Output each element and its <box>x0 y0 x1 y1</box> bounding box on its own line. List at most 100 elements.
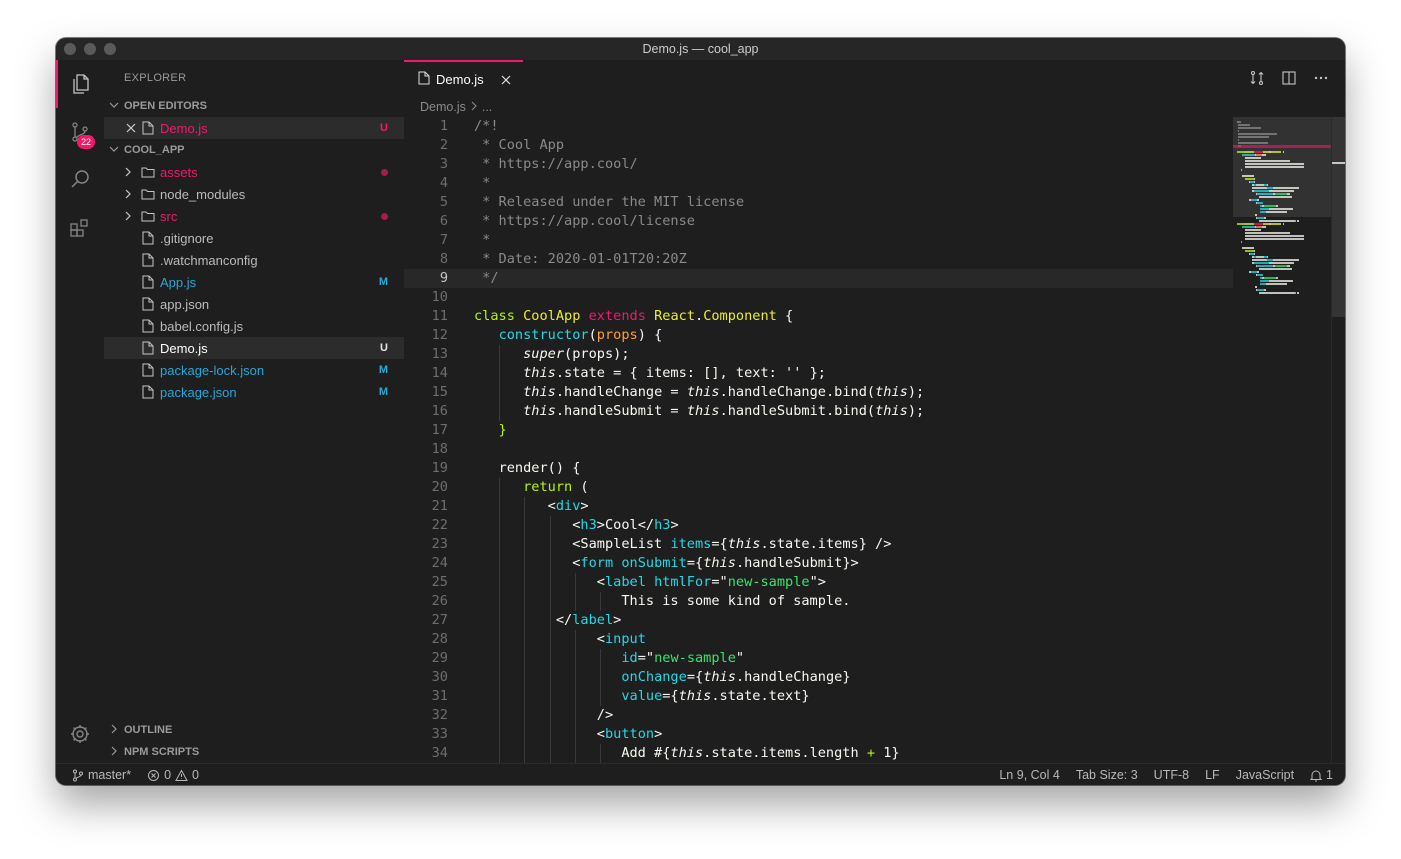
close-icon[interactable] <box>124 117 138 139</box>
code-line[interactable]: 5 * Released under the MIT license <box>404 193 1233 212</box>
code-editor[interactable]: 1/*! 2 * Cool App 3 * https://app.cool/4 *… <box>404 117 1233 763</box>
breadcrumb-file[interactable]: Demo.js <box>420 100 466 114</box>
minimap-segment <box>1276 190 1295 192</box>
branch-status[interactable]: master* <box>72 768 131 782</box>
tree-file[interactable]: package.json M <box>104 381 404 403</box>
code-token: * Date: 2020-01-01T20:20Z <box>474 251 687 267</box>
open-changes-icon[interactable] <box>1249 70 1265 91</box>
chevron-right-icon[interactable] <box>121 205 135 227</box>
tree-file[interactable]: app.json <box>104 293 404 315</box>
code-line[interactable]: 18 <box>404 440 1233 459</box>
tree-folder[interactable]: assets <box>104 161 404 183</box>
window-controls <box>64 43 116 55</box>
minimap-segment <box>1274 163 1297 165</box>
minimap-segment <box>1256 256 1265 258</box>
error-count: 0 <box>164 768 172 782</box>
chevron-right-icon[interactable] <box>121 161 135 183</box>
code-line[interactable]: 14 this.state = { items: [], text: '' }; <box>404 364 1233 383</box>
search-activity[interactable] <box>56 156 104 204</box>
code-line[interactable]: 13 super(props); <box>404 345 1233 364</box>
folder-icon <box>140 161 156 183</box>
code-line[interactable]: 28 <input <box>404 630 1233 649</box>
tab-demo-js[interactable]: Demo.js <box>404 60 523 96</box>
breadcrumb-symbol[interactable]: ... <box>482 100 492 114</box>
code-line[interactable]: 31 value={this.state.text} <box>404 687 1233 706</box>
code-line[interactable]: 21 <div> <box>404 497 1233 516</box>
code-line[interactable]: 1 /*! <box>404 117 1233 136</box>
code-line[interactable]: 19 render() { <box>404 459 1233 478</box>
tree-file[interactable]: .gitignore <box>104 227 404 249</box>
code-line[interactable]: 30 onChange={this.handleChange} <box>404 668 1233 687</box>
code-token: CoolApp <box>523 308 589 324</box>
end-of-line[interactable]: LF <box>1205 768 1220 782</box>
scrollbar-thumb[interactable] <box>1332 117 1345 317</box>
code-line[interactable]: 27 </label> <box>404 611 1233 630</box>
problems-status[interactable]: 0 0 <box>147 768 199 782</box>
minimap-segment <box>1282 151 1284 153</box>
code-line[interactable]: 29 id="new-sample" <box>404 649 1233 668</box>
code-line[interactable]: 23 <SampleList items={this.state.items} … <box>404 535 1233 554</box>
source-control-activity[interactable]: 22 <box>56 108 104 156</box>
chevron-right-icon[interactable] <box>121 183 135 205</box>
npm-scripts-header[interactable]: NPM SCRIPTS <box>104 741 404 763</box>
outline-header[interactable]: OUTLINE <box>104 719 404 741</box>
language-mode[interactable]: JavaScript <box>1236 768 1294 782</box>
tree-file[interactable]: .watchmanconfig <box>104 249 404 271</box>
open-editor-item[interactable]: Demo.js U <box>104 117 404 139</box>
maximize-window-button[interactable] <box>104 43 116 55</box>
line-text: </label> <box>474 611 622 630</box>
line-text: id="new-sample" <box>474 649 744 668</box>
line-number: 22 <box>431 517 448 533</box>
tree-folder[interactable]: src <box>104 205 404 227</box>
code-line[interactable]: 2 * Cool App <box>404 136 1233 155</box>
tree-file[interactable]: App.js M <box>104 271 404 293</box>
cursor-position[interactable]: Ln 9, Col 4 <box>999 768 1059 782</box>
project-label: COOL_APP <box>124 144 185 156</box>
code-line[interactable]: 24 <form onSubmit={this.handleSubmit}> <box>404 554 1233 573</box>
code-line[interactable]: 11 class CoolApp extends React.Component … <box>404 307 1233 326</box>
open-editors-header[interactable]: OPEN EDITORS <box>104 95 404 117</box>
code-line[interactable]: 7 * <box>404 231 1233 250</box>
close-icon[interactable] <box>501 73 511 88</box>
code-line[interactable]: 32 /> <box>404 706 1233 725</box>
code-line[interactable]: 3 * https://app.cool/ <box>404 155 1233 174</box>
project-header[interactable]: COOL_APP <box>104 139 404 161</box>
line-text: * <box>474 231 490 250</box>
explorer-activity[interactable] <box>56 60 104 108</box>
code-line[interactable]: 12 constructor(props) { <box>404 326 1233 345</box>
manage-activity[interactable] <box>56 710 104 758</box>
minimap-segment <box>1245 178 1254 180</box>
code-line[interactable]: 9 */ <box>404 269 1233 288</box>
code-line[interactable]: 22 <h3>Cool</h3> <box>404 516 1233 535</box>
code-line[interactable]: 34 Add #{this.state.items.length + 1} <box>404 744 1233 763</box>
line-number: 30 <box>431 669 448 685</box>
code-line[interactable]: 6 * https://app.cool/license <box>404 212 1233 231</box>
minimap[interactable] <box>1233 117 1331 763</box>
code-line[interactable]: 25 <label htmlFor="new-sample"> <box>404 573 1233 592</box>
split-editor-icon[interactable] <box>1281 70 1297 91</box>
line-number: 9 <box>439 270 448 286</box>
encoding[interactable]: UTF-8 <box>1154 768 1189 782</box>
more-actions-icon[interactable] <box>1313 70 1329 91</box>
code-line[interactable]: 20 return ( <box>404 478 1233 497</box>
minimap-segment <box>1257 274 1264 276</box>
tree-file[interactable]: Demo.js U <box>104 337 404 359</box>
tree-file[interactable]: package-lock.json M <box>104 359 404 381</box>
code-line[interactable]: 10 <box>404 288 1233 307</box>
code-line[interactable]: 17 } <box>404 421 1233 440</box>
notifications[interactable]: 1 <box>1310 768 1333 782</box>
tree-folder[interactable]: node_modules <box>104 183 404 205</box>
extensions-activity[interactable] <box>56 204 104 252</box>
tab-size[interactable]: Tab Size: 3 <box>1076 768 1138 782</box>
code-line[interactable]: 4 * <box>404 174 1233 193</box>
code-line[interactable]: 33 <button> <box>404 725 1233 744</box>
code-line[interactable]: 26 This is some kind of sample. <box>404 592 1233 611</box>
tree-file[interactable]: babel.config.js <box>104 315 404 337</box>
code-line[interactable]: 15 this.handleChange = this.handleChange… <box>404 383 1233 402</box>
close-window-button[interactable] <box>64 43 76 55</box>
vertical-scrollbar[interactable] <box>1331 117 1345 763</box>
code-line[interactable]: 16 this.handleSubmit = this.handleSubmit… <box>404 402 1233 421</box>
minimize-window-button[interactable] <box>84 43 96 55</box>
code-line[interactable]: 8 * Date: 2020-01-01T20:20Z <box>404 250 1233 269</box>
minimap-segment <box>1301 163 1304 165</box>
